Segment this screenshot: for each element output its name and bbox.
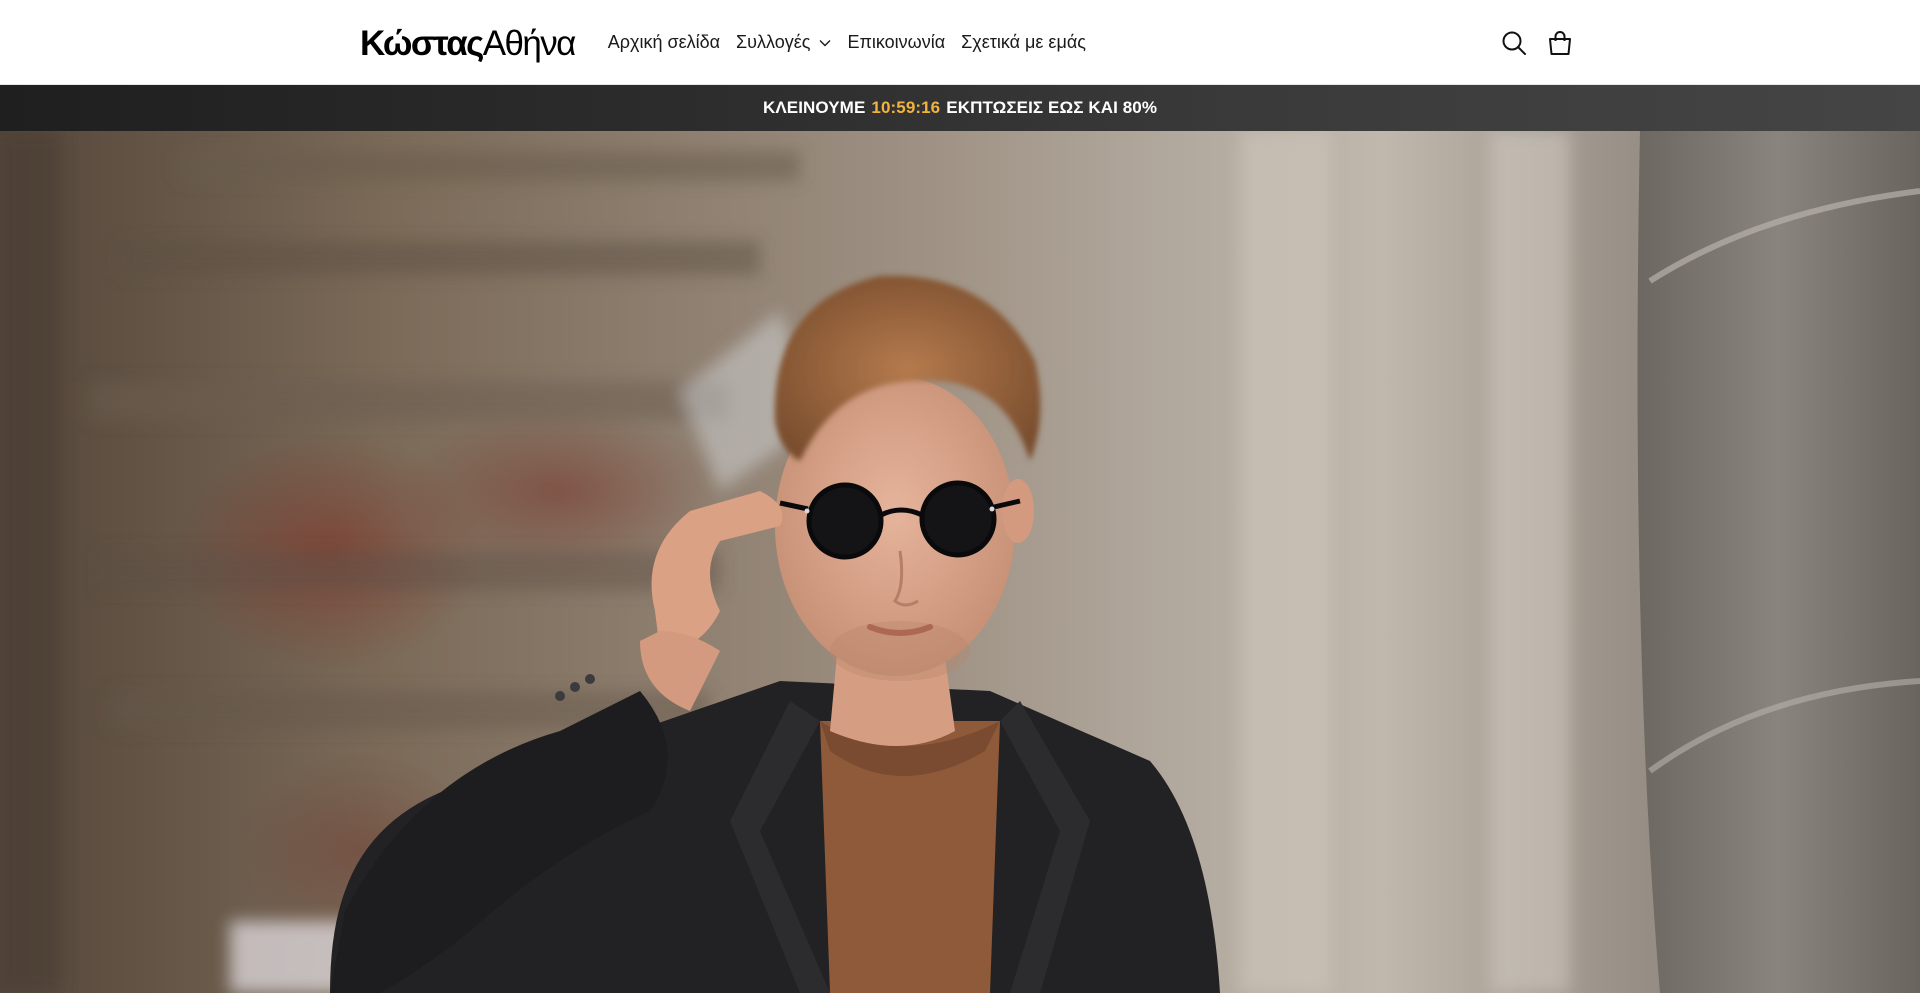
site-header: Κώστας Αθήνα Αρχική σελίδα Συλλογές Επικ… xyxy=(0,0,1920,85)
announcement-text-before: ΚΛΕΙΝΟΥΜΕ xyxy=(762,98,866,117)
header-icons xyxy=(1501,30,1573,56)
nav-item-label: Επικοινωνία xyxy=(847,32,946,52)
announcement-text-after: ΕΚΠΤΩΣΕΙΣ ΕΩΣ ΚΑΙ 80% xyxy=(946,98,1158,117)
chevron-down-icon xyxy=(819,39,831,47)
nav-item-label: Συλλογές xyxy=(736,32,811,52)
nav-item-home[interactable]: Αρχική σελίδα xyxy=(608,32,720,53)
search-icon[interactable] xyxy=(1501,30,1527,56)
nav-item-collections[interactable]: Συλλογές xyxy=(736,32,831,53)
hero-image xyxy=(0,131,1920,993)
stone-pillar xyxy=(1637,131,1920,993)
hero-banner xyxy=(0,131,1920,993)
logo-bold-text: Κώστας xyxy=(360,23,484,63)
logo-light-text: Αθήνα xyxy=(482,23,577,63)
main-nav: Αρχική σελίδα Συλλογές Επικοινωνία Σχετι… xyxy=(608,32,1102,53)
nav-item-label: Σχετικά με εμάς xyxy=(961,32,1086,52)
cart-icon[interactable] xyxy=(1547,30,1573,56)
nav-item-contact[interactable]: Επικοινωνία xyxy=(847,32,945,53)
header-inner: Κώστας Αθήνα Αρχική σελίδα Συλλογές Επικ… xyxy=(360,0,1573,85)
countdown-timer: 10:59:16 xyxy=(871,98,941,117)
announcement-bar: ΚΛΕΙΝΟΥΜΕ 10:59:16 ΕΚΠΤΩΣΕΙΣ ΕΩΣ ΚΑΙ 80% xyxy=(0,85,1920,131)
nav-item-label: Αρχική σελίδα xyxy=(607,32,721,52)
nav-item-about[interactable]: Σχετικά με εμάς xyxy=(961,32,1086,53)
logo[interactable]: Κώστας Αθήνα xyxy=(360,23,577,64)
